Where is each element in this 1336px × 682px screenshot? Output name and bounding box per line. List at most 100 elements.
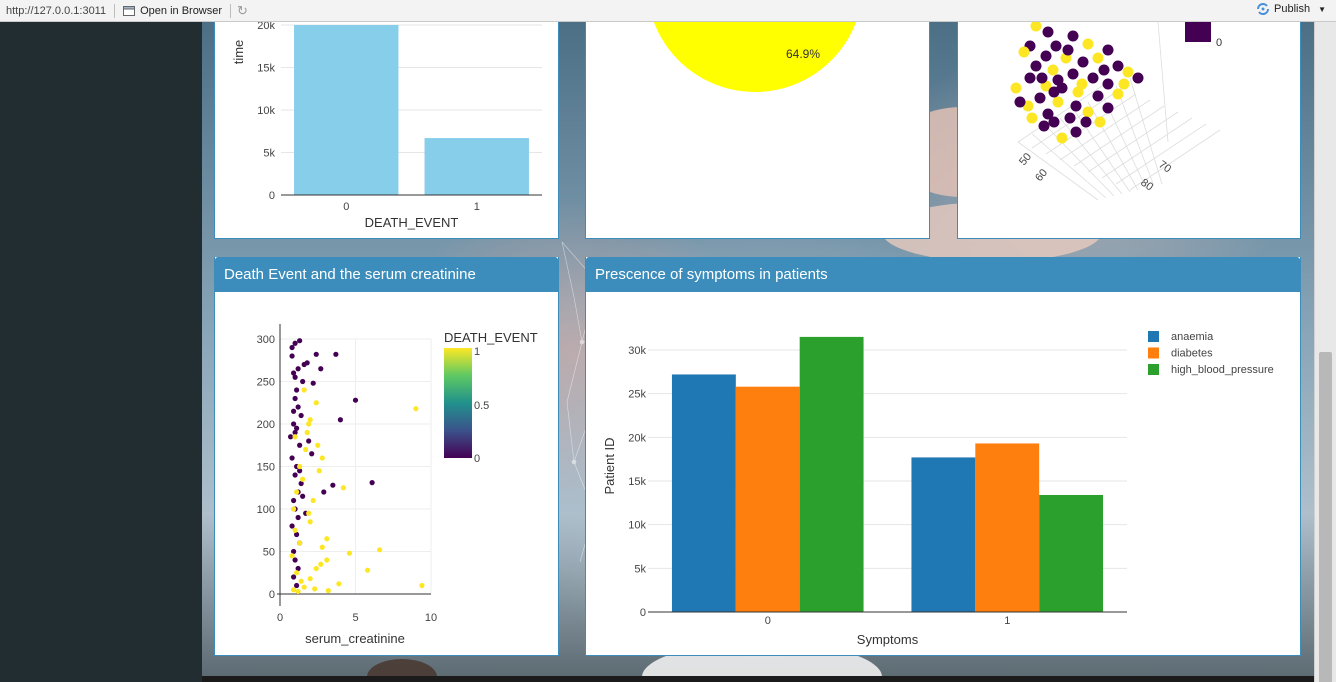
x-tick-label: 10: [425, 612, 437, 624]
x-tick-label: 1: [1004, 615, 1010, 627]
scatter-point: [1030, 60, 1042, 72]
scatter-point: [369, 480, 375, 486]
y-tick-label: 0: [640, 607, 646, 619]
scatter-point: [1070, 126, 1082, 138]
symptoms-bar-chart: 0 5k 10k 15k 20k 25k 30k 0 1 Symptoms Patient ID an…: [602, 331, 1274, 647]
scatter-point: [294, 570, 300, 576]
colorbar-tick-label: 0: [1216, 37, 1222, 49]
y-tick-label: 250: [257, 377, 275, 389]
scatter-point: [292, 472, 298, 478]
scatter-point: [292, 527, 298, 533]
scatter-point: [289, 455, 295, 461]
legend-swatch: [1148, 347, 1159, 359]
y-tick-label: 20k: [628, 432, 646, 444]
time-by-death-event-box: 0 5k 10k 15k 20k 0 1 DEATH_EVENT time: [214, 22, 559, 239]
scatter-point: [297, 442, 303, 448]
y-tick-label: 15k: [628, 476, 646, 488]
scatter-point: [301, 361, 307, 368]
scatter-point: [290, 587, 297, 593]
time-bar-chart: 0 5k 10k 15k 20k 0 1 DEATH_EVENT time: [231, 22, 542, 230]
grid-line: [1017, 141, 1099, 201]
scatter-point: [1030, 22, 1042, 32]
scrollbar-thumb[interactable]: [1319, 352, 1332, 682]
scatter-point: [321, 489, 327, 495]
scatter-point: [315, 442, 321, 448]
refresh-icon[interactable]: ↻: [231, 3, 254, 19]
scatter-point: [324, 536, 330, 542]
scatter-point: [307, 519, 313, 525]
scatter-point: [1050, 40, 1062, 52]
browser-window-icon: [123, 5, 136, 16]
scatter-point: [295, 514, 301, 521]
scatter-point: [1094, 116, 1106, 128]
grid-line: [1115, 123, 1207, 185]
bar: [975, 443, 1040, 612]
open-in-browser-button[interactable]: Open in Browser: [115, 3, 232, 18]
scatter-point: [287, 434, 294, 440]
scatter-point: [1082, 38, 1094, 50]
creatinine-box: Death Event and the serum creatinine 0 50…: [214, 257, 559, 656]
page-scrollbar[interactable]: [1314, 22, 1336, 682]
scatter-point: [1082, 106, 1094, 118]
x-tick-label: 5: [352, 612, 358, 624]
creatinine-scatter-chart: 0501001502002503000 5 10serum_creatinineDE…: [257, 324, 538, 646]
scatter-point: [303, 446, 309, 453]
y-axis-title: Patient ID: [602, 437, 617, 494]
scatter-point: [319, 455, 325, 461]
scatter-point: [289, 344, 295, 351]
scatter-point: [364, 567, 371, 573]
scatter-point: [1067, 68, 1079, 80]
scatter-point: [1010, 82, 1022, 94]
scatter-point: [1047, 64, 1059, 76]
scatter-point: [325, 588, 331, 594]
scatter-point: [294, 582, 300, 589]
scatter-point: [1080, 116, 1092, 128]
bar: [735, 386, 800, 612]
scatter-point: [1112, 60, 1124, 72]
scatter-point: [310, 497, 316, 504]
y-tick-label: 0: [269, 589, 275, 601]
scatter-point: [297, 463, 303, 470]
grid-line: [1031, 133, 1107, 199]
publish-icon: [1257, 3, 1269, 15]
symptoms-box-title: Prescence of symptoms in patients: [586, 257, 1300, 292]
scatter-point: [346, 550, 353, 556]
sidebar: [0, 22, 202, 682]
y-tick-label: 5k: [634, 563, 646, 575]
scatter-point: [340, 485, 347, 491]
colorbar-tick-label: 0.5: [474, 400, 489, 412]
y-tick-label: 30k: [628, 345, 646, 357]
scatter-point: [324, 557, 330, 563]
scatter-point: [377, 547, 383, 553]
y-tick-label: 10k: [628, 520, 646, 532]
scatter-3d-box: 0 50 60 70 80: [957, 22, 1301, 239]
scatter-point: [290, 421, 297, 427]
chevron-down-icon[interactable]: ▼: [1318, 5, 1326, 14]
y-tick-label: 100: [257, 504, 275, 516]
death-event-pie-box: 64.9%: [585, 22, 930, 239]
y-tick-label: 25k: [628, 389, 646, 401]
grid-line: [1101, 117, 1193, 179]
url-text[interactable]: http://127.0.0.1:3011: [0, 3, 116, 18]
axis-tick-label: 50: [1017, 151, 1034, 168]
scatter-point: [1052, 96, 1064, 108]
scatter-point: [292, 434, 298, 440]
scatter-point: [295, 366, 301, 372]
y-tick-label: 0: [269, 190, 275, 202]
scatter-point: [290, 506, 297, 512]
publish-button[interactable]: Publish ▼: [1256, 3, 1326, 15]
scatter-point: [313, 565, 319, 572]
scatter-point: [292, 395, 298, 402]
scatter-point: [330, 482, 336, 488]
scatter-point: [1048, 86, 1060, 98]
y-tick-label: 50: [263, 547, 275, 559]
scatter-point: [1092, 90, 1104, 102]
scatter-point: [306, 421, 312, 427]
x-tick-label: 0: [343, 201, 349, 213]
scatter-point: [300, 493, 306, 499]
scatter-point: [289, 523, 295, 529]
scatter-point: [337, 417, 343, 423]
scatter-point: [297, 540, 303, 546]
scatter-point: [304, 429, 310, 436]
publish-label: Publish: [1274, 3, 1311, 15]
